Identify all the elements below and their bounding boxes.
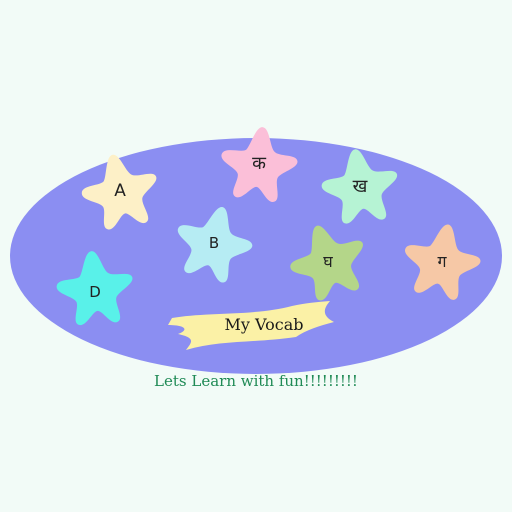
star-label: D	[89, 283, 101, 301]
star-label: घ	[323, 252, 333, 271]
logo-illustration: A क ख B घ ग D My Vocab	[10, 123, 502, 374]
star-label: ग	[437, 252, 447, 271]
banner-label: My Vocab	[225, 315, 304, 334]
star-label: क	[252, 153, 267, 174]
star-label: B	[209, 234, 219, 252]
tagline: Lets Learn with fun!!!!!!!!!	[154, 372, 358, 390]
star-label: ख	[353, 176, 368, 197]
star-label: A	[114, 181, 126, 201]
